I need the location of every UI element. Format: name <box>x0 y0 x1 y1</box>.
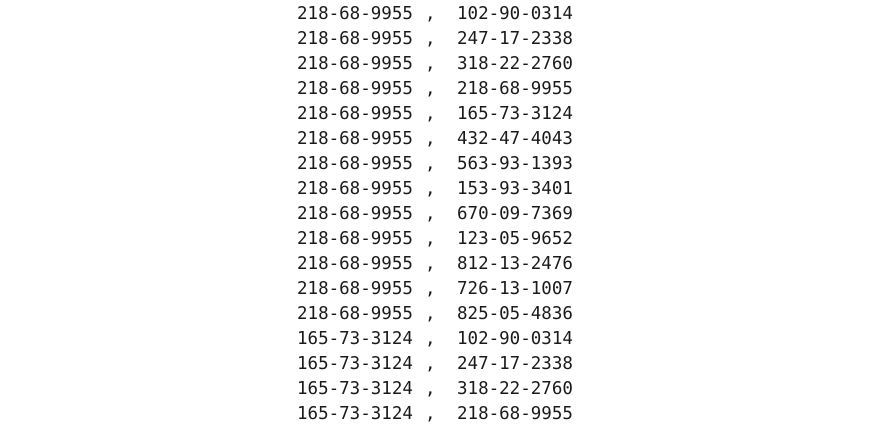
output-row: 218-68-9955, 102-90-0314 <box>297 2 573 27</box>
left-value: 218-68-9955 <box>297 254 413 274</box>
right-value: 218-68-9955 <box>457 79 573 99</box>
separator: , <box>425 129 436 149</box>
left-value: 218-68-9955 <box>297 204 413 224</box>
right-value: 825-05-4836 <box>457 304 573 324</box>
output-row: 218-68-9955, 812-13-2476 <box>297 252 573 277</box>
left-value: 218-68-9955 <box>297 79 413 99</box>
right-value: 726-13-1007 <box>457 279 573 299</box>
right-value: 563-93-1393 <box>457 154 573 174</box>
left-value: 218-68-9955 <box>297 29 413 49</box>
separator: , <box>425 379 436 399</box>
separator: , <box>425 54 436 74</box>
separator: , <box>425 229 436 249</box>
output-row: 165-73-3124, 102-90-0314 <box>297 327 573 352</box>
separator: , <box>425 329 436 349</box>
separator: , <box>425 304 436 324</box>
right-value: 432-47-4043 <box>457 129 573 149</box>
separator: , <box>425 254 436 274</box>
output-row: 218-68-9955, 318-22-2760 <box>297 52 573 77</box>
output-row: 165-73-3124, 318-22-2760 <box>297 377 573 402</box>
left-value: 218-68-9955 <box>297 279 413 299</box>
output-row: 218-68-9955, 153-93-3401 <box>297 177 573 202</box>
right-value: 318-22-2760 <box>457 379 573 399</box>
output-row: 218-68-9955, 670-09-7369 <box>297 202 573 227</box>
right-value: 247-17-2338 <box>457 29 573 49</box>
left-value: 218-68-9955 <box>297 54 413 74</box>
separator: , <box>425 204 436 224</box>
right-value: 165-73-3124 <box>457 104 573 124</box>
output-row: 218-68-9955, 123-05-9652 <box>297 227 573 252</box>
separator: , <box>425 279 436 299</box>
left-value: 165-73-3124 <box>297 404 413 424</box>
right-value: 318-22-2760 <box>457 54 573 74</box>
left-value: 218-68-9955 <box>297 129 413 149</box>
output-row: 165-73-3124, 218-68-9955 <box>297 402 573 427</box>
right-value: 123-05-9652 <box>457 229 573 249</box>
output-row: 165-73-3124, 247-17-2338 <box>297 352 573 377</box>
left-value: 218-68-9955 <box>297 4 413 24</box>
right-value: 102-90-0314 <box>457 329 573 349</box>
output-row: 218-68-9955, 825-05-4836 <box>297 302 573 327</box>
output-row: 218-68-9955, 247-17-2338 <box>297 27 573 52</box>
left-value: 218-68-9955 <box>297 179 413 199</box>
separator: , <box>425 104 436 124</box>
output-row: 218-68-9955, 563-93-1393 <box>297 152 573 177</box>
left-value: 165-73-3124 <box>297 379 413 399</box>
separator: , <box>425 154 436 174</box>
left-value: 218-68-9955 <box>297 154 413 174</box>
output-list: 218-68-9955, 102-90-0314 218-68-9955, 247-1… <box>297 2 573 427</box>
right-value: 102-90-0314 <box>457 4 573 24</box>
separator: , <box>425 404 436 424</box>
left-value: 218-68-9955 <box>297 229 413 249</box>
separator: , <box>425 4 436 24</box>
right-value: 247-17-2338 <box>457 354 573 374</box>
left-value: 165-73-3124 <box>297 329 413 349</box>
left-value: 218-68-9955 <box>297 104 413 124</box>
left-value: 165-73-3124 <box>297 354 413 374</box>
right-value: 153-93-3401 <box>457 179 573 199</box>
output-row: 218-68-9955, 432-47-4043 <box>297 127 573 152</box>
right-value: 812-13-2476 <box>457 254 573 274</box>
right-value: 670-09-7369 <box>457 204 573 224</box>
output-row: 218-68-9955, 726-13-1007 <box>297 277 573 302</box>
output-row: 218-68-9955, 218-68-9955 <box>297 77 573 102</box>
separator: , <box>425 179 436 199</box>
separator: , <box>425 354 436 374</box>
left-value: 218-68-9955 <box>297 304 413 324</box>
right-value: 218-68-9955 <box>457 404 573 424</box>
output-row: 218-68-9955, 165-73-3124 <box>297 102 573 127</box>
separator: , <box>425 79 436 99</box>
separator: , <box>425 29 436 49</box>
